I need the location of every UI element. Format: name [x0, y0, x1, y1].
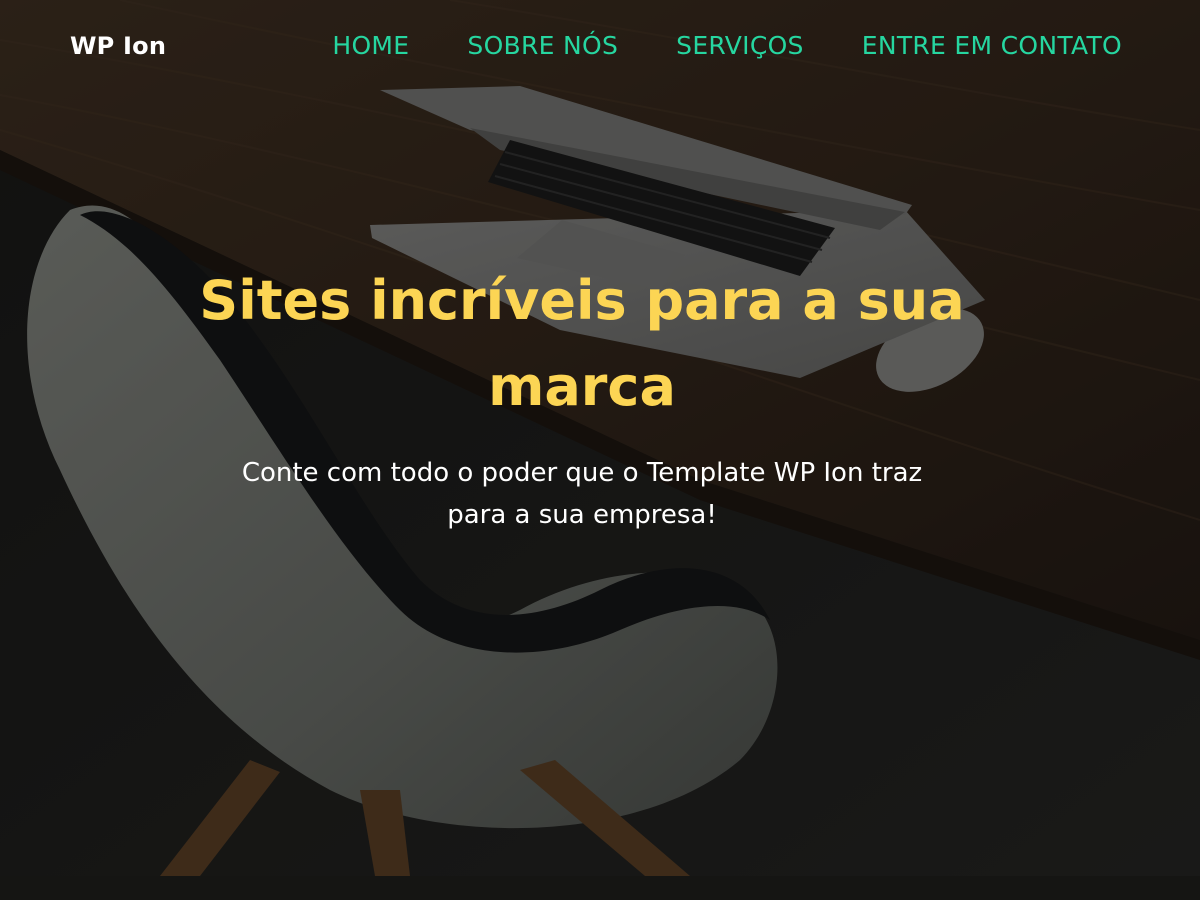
hero-subtitle: Conte com todo o poder que o Template WP… — [241, 458, 923, 530]
nav-item-about: SOBRE NÓS — [467, 31, 618, 60]
nav-link-contact[interactable]: ENTRE EM CONTATO — [862, 31, 1122, 60]
section-divider — [0, 876, 1200, 900]
nav-link-about[interactable]: SOBRE NÓS — [467, 31, 618, 60]
main-nav: HOME SOBRE NÓS SERVIÇOS ENTRE EM CONTATO — [332, 31, 1122, 60]
hero-title: Sites incríveis para a sua marca — [199, 269, 965, 418]
hero-content: Sites incríveis para a sua marca Conte c… — [170, 258, 994, 536]
nav-item-home: HOME — [332, 31, 409, 60]
nav-item-services: SERVIÇOS — [676, 31, 804, 60]
hero-section: Sites incríveis para a sua marca Conte c… — [0, 0, 1200, 876]
brand-logo-link[interactable]: WP Ion — [70, 32, 166, 60]
nav-link-home[interactable]: HOME — [332, 31, 409, 60]
site-header: WP Ion HOME SOBRE NÓS SERVIÇOS ENTRE EM … — [0, 0, 1200, 96]
nav-link-services[interactable]: SERVIÇOS — [676, 31, 804, 60]
nav-item-contact: ENTRE EM CONTATO — [862, 31, 1122, 60]
